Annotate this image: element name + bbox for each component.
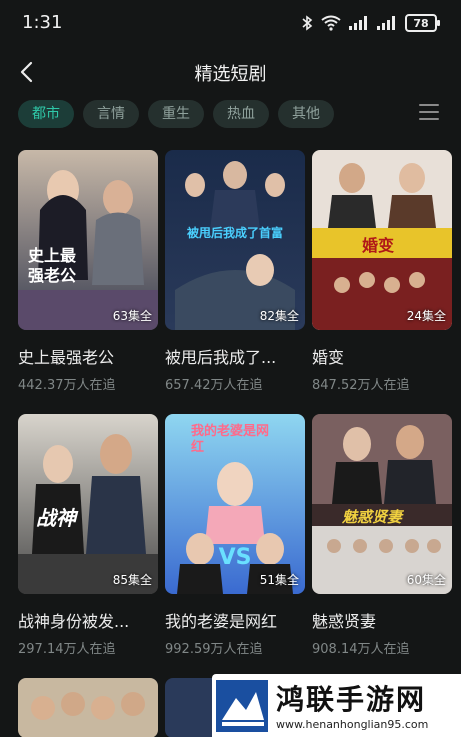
drama-card[interactable]: 魅惑贤妻 60集全 魅惑贤妻 908.14万人在追	[312, 414, 452, 657]
drama-title: 战神身份被发...	[18, 612, 130, 631]
drama-views: 992.59万人在追	[165, 642, 263, 657]
drama-card[interactable]: VS 我的老婆是网红 51集全 我的老婆是网红 992.59万人在追	[165, 414, 305, 657]
poster-title: 被甩后我成了首富	[187, 226, 284, 240]
poster-title: 史上最强老公	[28, 246, 77, 285]
watermark-logo-icon	[216, 680, 268, 732]
drama-poster: 婚变 24集全	[312, 150, 452, 330]
tab-dushi[interactable]: 都市	[18, 100, 74, 128]
page-title: 精选短剧	[194, 64, 267, 85]
status-time: 1:31	[22, 12, 63, 33]
watermark-title: 鸿联手游网	[276, 683, 427, 716]
drama-title: 被甩后我成了...	[165, 348, 277, 367]
drama-poster: 史上最强老公 63集全	[18, 150, 158, 330]
drama-poster: 被甩后我成了首富 82集全	[165, 150, 305, 330]
wifi-icon	[321, 15, 341, 31]
drama-card[interactable]: 史上最强老公 63集全 史上最强老公 442.37万人在追	[18, 150, 158, 393]
status-bar: 1:31 78	[0, 0, 461, 48]
drama-title: 魅惑贤妻	[312, 612, 377, 631]
tab-rexue[interactable]: 热血	[213, 100, 269, 128]
poster-title: 战神	[36, 506, 76, 530]
signal-icon-2	[377, 16, 397, 30]
drama-card[interactable]: 婚变 24集全 婚变 847.52万人在追	[312, 150, 452, 393]
drama-poster: VS 我的老婆是网红 51集全	[165, 414, 305, 594]
drama-card-partial[interactable]	[18, 678, 158, 737]
watermark-banner: 鸿联手游网 www.henanhonglian95.com	[212, 674, 461, 737]
bluetooth-icon	[301, 15, 313, 31]
drama-title: 我的老婆是网红	[165, 612, 278, 631]
drama-views: 908.14万人在追	[312, 642, 410, 657]
episode-count: 51集全	[259, 573, 299, 587]
drama-poster	[18, 678, 158, 737]
svg-text:VS: VS	[219, 545, 252, 570]
signal-icon	[349, 16, 369, 30]
episode-count: 82集全	[259, 309, 299, 323]
watermark-url: www.henanhonglian95.com	[276, 718, 429, 731]
drama-views: 657.42万人在追	[165, 378, 263, 393]
drama-views: 442.37万人在追	[18, 378, 116, 393]
drama-card[interactable]: 被甩后我成了首富 82集全 被甩后我成了... 657.42万人在追	[165, 150, 305, 393]
drama-poster: 战神 85集全	[18, 414, 158, 594]
drama-views: 847.52万人在追	[312, 378, 410, 393]
tab-yanqing[interactable]: 言情	[83, 100, 139, 128]
drama-poster: 魅惑贤妻 60集全	[312, 414, 452, 594]
header: 精选短剧	[0, 52, 461, 92]
drama-title: 婚变	[312, 348, 345, 367]
episode-count: 60集全	[406, 573, 446, 587]
poster-title: 我的老婆是网红	[191, 424, 270, 455]
status-icons: 78	[301, 14, 440, 32]
episode-count: 63集全	[112, 309, 152, 323]
episode-count: 85集全	[112, 573, 152, 587]
battery-icon: 78	[405, 14, 440, 32]
drama-title: 史上最强老公	[18, 348, 115, 367]
drama-card[interactable]: 战神 85集全 战神身份被发... 297.14万人在追	[18, 414, 158, 657]
tab-chongsheng[interactable]: 重生	[148, 100, 204, 128]
category-tabs: 都市 言情 重生 热血 其他	[18, 100, 334, 128]
drama-views: 297.14万人在追	[18, 642, 116, 657]
poster-title: 婚变	[362, 236, 395, 255]
poster-title: 魅惑贤妻	[342, 508, 403, 526]
tab-qita[interactable]: 其他	[278, 100, 334, 128]
menu-icon[interactable]	[419, 104, 439, 124]
episode-count: 24集全	[406, 309, 446, 323]
